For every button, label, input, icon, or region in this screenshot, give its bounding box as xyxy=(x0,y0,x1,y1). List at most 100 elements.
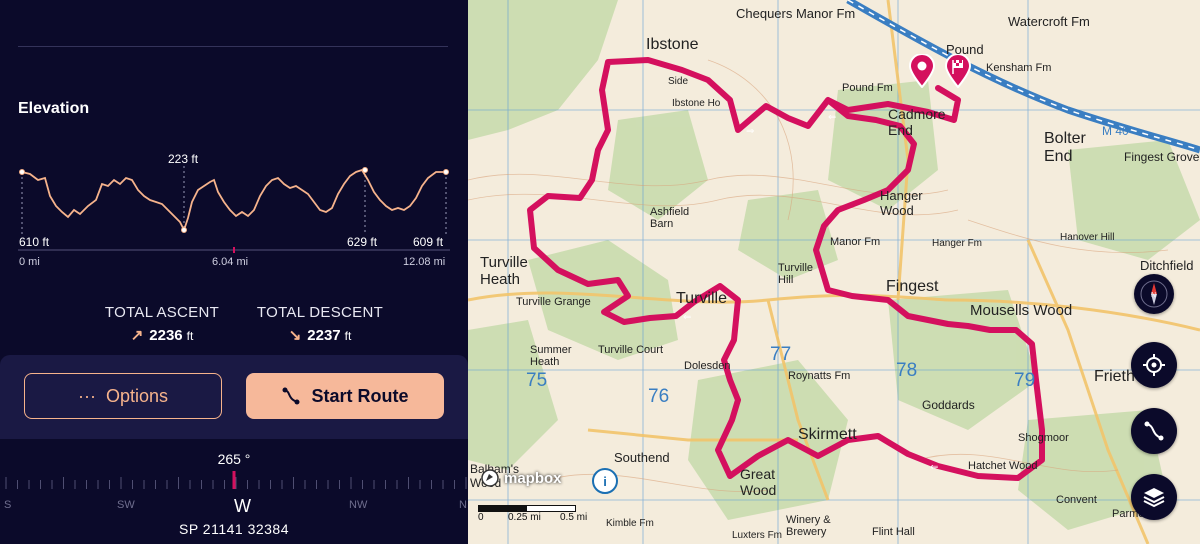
start-dot xyxy=(19,169,25,175)
start-route-label: Start Route xyxy=(311,385,409,406)
finish-flag-icon[interactable] xyxy=(944,53,972,93)
left-elev-label: 610 ft xyxy=(19,235,50,249)
svg-text:⇐: ⇐ xyxy=(683,312,691,323)
place-label: Roynatts Fm xyxy=(788,370,851,382)
options-button[interactable]: ··· Options xyxy=(24,373,222,419)
grid-reference: SP 21141 32384 xyxy=(178,521,290,537)
place-label: Watercroft Fm xyxy=(1008,14,1090,29)
place-label: Kimble Fm xyxy=(606,518,654,529)
scale-mid: 0.25 mi xyxy=(508,512,541,523)
locate-button[interactable] xyxy=(1131,342,1177,388)
place-label: Ibstone xyxy=(646,36,699,53)
place-label: Southend xyxy=(614,450,670,465)
route-details-panel: Elevation 223 ft 610 ft 629 ft 609 ft 0 … xyxy=(0,0,468,544)
place-label: Turville xyxy=(676,290,727,307)
place-label: Summer Heath xyxy=(530,344,572,368)
total-ascent: TOTAL ASCENT ↗ 2236 ft xyxy=(82,304,242,344)
x-end-label: 12.08 mi xyxy=(403,256,445,268)
compass-strip: 265 ° S SW W NW N SP 21141 32384 xyxy=(0,439,468,544)
ascent-value-row: ↗ 2236 ft xyxy=(82,326,242,344)
start-pin-icon[interactable] xyxy=(908,53,936,93)
layers-icon xyxy=(1143,488,1165,508)
svg-text:N: N xyxy=(1151,292,1156,299)
divider xyxy=(18,46,448,47)
descent-value: 2237 xyxy=(307,327,341,344)
x-start-label: 0 mi xyxy=(19,256,40,268)
place-label: Great Wood xyxy=(740,466,777,498)
place-label: Ibstone Ho xyxy=(672,98,721,109)
place-label: Kensham Fm xyxy=(986,62,1052,74)
arrow-up-right-icon: ↗ xyxy=(130,327,144,344)
start-route-button[interactable]: Start Route xyxy=(246,373,444,419)
place-label: Pound Fm xyxy=(842,82,893,94)
mapbox-label: mapbox xyxy=(504,469,562,487)
total-descent: TOTAL DESCENT ↘ 2237 ft xyxy=(240,304,400,344)
map-view[interactable]: ⇒ ⇐ ⇐ ⇐ Ibstone Chequers Manor Fm Waterc… xyxy=(468,0,1200,544)
place-label: Cadmore End xyxy=(888,106,946,138)
route-icon xyxy=(281,386,301,406)
place-label: Ditchfield xyxy=(1140,258,1194,273)
peak-label: 223 ft xyxy=(168,152,199,166)
place-label: Chequers Manor Fm xyxy=(736,6,856,21)
grid-number: 76 xyxy=(648,386,670,407)
place-label: Hanover Hill xyxy=(1060,232,1115,243)
place-label: Turville Grange xyxy=(516,296,591,308)
scale-bar: 0 0.25 mi 0.5 mi xyxy=(478,505,588,524)
place-label: Convent xyxy=(1056,494,1097,506)
arrow-down-right-icon: ↘ xyxy=(288,327,302,344)
scale-0: 0 xyxy=(478,512,484,523)
right-elev-label: 609 ft xyxy=(413,235,444,249)
place-label: Side xyxy=(668,76,689,87)
ascent-value: 2236 xyxy=(149,327,183,344)
place-label: Hatchet Wood xyxy=(968,460,1038,472)
grid-number: 77 xyxy=(770,344,792,365)
place-label: Ashfield Barn xyxy=(650,206,690,230)
place-label: Shogmoor xyxy=(1018,432,1069,444)
compass-n: N xyxy=(459,499,467,511)
high-dot xyxy=(362,167,368,173)
descent-label: TOTAL DESCENT xyxy=(256,304,384,321)
scale-end: 0.5 mi xyxy=(560,512,588,523)
options-label: Options xyxy=(105,385,169,406)
ascent-unit: ft xyxy=(186,329,194,343)
end-dot xyxy=(443,169,449,175)
place-label: Hanger Wood xyxy=(880,188,923,218)
compass-sw: SW xyxy=(117,499,135,511)
grid-number: 75 xyxy=(526,370,548,391)
map-canvas: ⇒ ⇐ ⇐ ⇐ xyxy=(468,0,1200,544)
place-label: Skirmett xyxy=(798,426,857,443)
svg-text:⇐: ⇐ xyxy=(930,462,938,473)
place-label: Frieth xyxy=(1094,368,1135,385)
elevation-line xyxy=(21,168,446,233)
place-label: Turville Hill xyxy=(778,262,814,286)
elevation-chart: 223 ft 610 ft 629 ft 609 ft 0 mi 6.04 mi… xyxy=(18,152,450,268)
more-dots-icon: ··· xyxy=(77,385,96,406)
compass-nw: NW xyxy=(349,499,368,511)
action-bar: ··· Options Start Route xyxy=(0,355,468,439)
place-label: Goddards xyxy=(922,398,975,412)
info-icon[interactable]: i xyxy=(592,468,618,494)
svg-text:⇒: ⇒ xyxy=(746,126,754,137)
x-mid-label: 6.04 mi xyxy=(212,256,248,268)
compass-ticks xyxy=(5,471,467,489)
compass-w: W xyxy=(234,496,251,516)
grid-number: 78 xyxy=(896,360,918,381)
scale-graphic xyxy=(478,505,576,512)
place-label: Fingest Grove xyxy=(1124,150,1200,164)
locate-icon xyxy=(1143,354,1165,376)
mapbox-logo-icon xyxy=(481,469,499,487)
route-button[interactable] xyxy=(1131,408,1177,454)
route-icon xyxy=(1144,421,1164,441)
low-dot xyxy=(181,227,187,233)
place-label: Turville Heath xyxy=(480,254,528,288)
compass-s: S xyxy=(4,499,12,511)
place-label: Winery & Brewery xyxy=(786,514,831,538)
ascent-label: TOTAL ASCENT xyxy=(104,304,220,321)
place-label: Bolter End xyxy=(1044,130,1086,165)
compass-button[interactable]: N xyxy=(1134,274,1174,314)
mapbox-attribution: mapbox xyxy=(480,468,562,488)
descent-unit: ft xyxy=(344,329,352,343)
place-label: Luxters Fm xyxy=(732,530,783,541)
heading-readout: 265 ° xyxy=(217,451,251,467)
layers-button[interactable] xyxy=(1131,474,1177,520)
